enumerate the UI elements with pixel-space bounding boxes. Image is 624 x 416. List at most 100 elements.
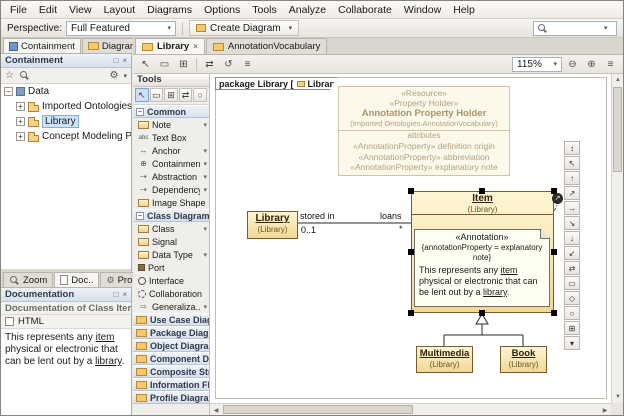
- layers-icon[interactable]: ≡: [239, 57, 256, 72]
- menu-analyze[interactable]: Analyze: [283, 2, 332, 18]
- expand-icon[interactable]: +: [16, 102, 25, 111]
- chevron-down-icon[interactable]: ▾: [203, 303, 207, 311]
- palette-section-use-case-diagram[interactable]: Use Case Diagram: [133, 313, 209, 326]
- chevron-down-icon[interactable]: ▾: [203, 251, 207, 259]
- doc-link-library[interactable]: library: [95, 356, 121, 367]
- menu-edit[interactable]: Edit: [33, 2, 63, 18]
- smart-manipulator-icon[interactable]: ↑: [564, 171, 580, 185]
- palette-item-data-type[interactable]: Data Type ▾: [133, 248, 209, 261]
- palette-section-profile-diagram[interactable]: Profile Diagram: [133, 391, 209, 404]
- tool-rect-button[interactable]: ▭: [150, 88, 164, 102]
- collapse-icon[interactable]: −: [136, 108, 144, 116]
- search-icon[interactable]: [19, 70, 30, 81]
- tool-pointer-button[interactable]: ↖: [135, 88, 149, 102]
- tree-item-concept-modeling-profile[interactable]: + Concept Modeling Profile [Con: [1, 129, 131, 144]
- smart-manipulator-icon[interactable]: ◇: [564, 291, 580, 305]
- palette-item-anchor[interactable]: ↔ Anchor ▾: [133, 144, 209, 157]
- collapse-icon[interactable]: −: [136, 212, 144, 220]
- tree-item-data[interactable]: − Data: [1, 84, 131, 99]
- doc-link-item[interactable]: item: [96, 332, 115, 343]
- swap-tool-icon[interactable]: ⇄: [201, 57, 218, 72]
- marquee-tool-icon[interactable]: ▭: [156, 57, 173, 72]
- close-panel-icon[interactable]: ×: [122, 56, 127, 65]
- selection-handle[interactable]: [408, 310, 414, 316]
- menu-window[interactable]: Window: [398, 2, 447, 18]
- horizontal-scrollbar[interactable]: ◀ ▶: [210, 403, 611, 415]
- horizontal-scroll-thumb[interactable]: [223, 405, 413, 414]
- class-library[interactable]: Library (Library): [247, 211, 298, 239]
- tree-item-library[interactable]: + Library: [1, 114, 131, 129]
- chevron-down-icon[interactable]: ▾: [203, 173, 207, 181]
- palette-item-note[interactable]: Note ▾: [133, 118, 209, 131]
- menu-collaborate[interactable]: Collaborate: [332, 2, 398, 18]
- palette-item-dependency[interactable]: ⇢ Dependency ▾: [133, 183, 209, 196]
- palette-item-generalization[interactable]: ⇨ Generaliza... ▾: [133, 300, 209, 313]
- annotation-property-holder-shape[interactable]: «Resource» «Property Holder» Annotation …: [338, 86, 510, 176]
- search-input[interactable]: [548, 23, 600, 34]
- menu-view[interactable]: View: [63, 2, 98, 18]
- tool-circle-button[interactable]: ○: [193, 88, 207, 102]
- smart-manipulator-icon[interactable]: ↗: [564, 186, 580, 200]
- association-multiplicity-label[interactable]: *: [399, 224, 403, 234]
- menu-help[interactable]: Help: [447, 2, 481, 18]
- vertical-scroll-thumb[interactable]: [613, 87, 622, 172]
- class-book[interactable]: Book (Library): [500, 346, 547, 373]
- palette-item-containment[interactable]: ⊕ Containment ▾: [133, 157, 209, 170]
- favorites-star-icon[interactable]: ☆: [5, 70, 14, 81]
- class-multimedia[interactable]: Multimedia (Library): [416, 346, 473, 373]
- association-multiplicity-label[interactable]: 0..1: [301, 225, 316, 235]
- smart-manipulator-icon[interactable]: ↓: [564, 231, 580, 245]
- float-panel-icon[interactable]: □: [113, 56, 118, 65]
- menu-layout[interactable]: Layout: [98, 2, 142, 18]
- palette-section-common[interactable]: − Common: [133, 105, 209, 118]
- association-name-label[interactable]: stored in: [300, 211, 335, 221]
- palette-section-object-diagram[interactable]: Object Diagram: [133, 339, 209, 352]
- vertical-scrollbar[interactable]: ▲ ▼: [611, 74, 623, 403]
- smart-manipulator-icon[interactable]: ○: [564, 306, 580, 320]
- tab-library-diagram[interactable]: Library ×: [135, 38, 205, 54]
- html-checkbox[interactable]: [5, 317, 14, 326]
- smart-manipulator-more-icon[interactable]: ▾: [564, 336, 580, 350]
- tab-zoom[interactable]: Zoom: [3, 272, 53, 287]
- palette-item-abstraction[interactable]: ⇢ Abstraction ▾: [133, 170, 209, 183]
- tool-grid-button[interactable]: ⊞: [164, 88, 178, 102]
- expand-icon[interactable]: +: [16, 117, 25, 126]
- palette-item-port[interactable]: Port: [133, 261, 209, 274]
- toolbar-search[interactable]: ▾: [533, 21, 617, 36]
- chevron-down-icon[interactable]: ▾: [203, 160, 207, 168]
- palette-section-class-diagram[interactable]: − Class Diagram: [133, 209, 209, 222]
- tool-swap-button[interactable]: ⇄: [179, 88, 193, 102]
- menu-options[interactable]: Options: [198, 2, 246, 18]
- expand-icon[interactable]: +: [16, 132, 25, 141]
- menu-tools[interactable]: Tools: [246, 2, 283, 18]
- tab-documentation[interactable]: Doc..: [54, 272, 99, 287]
- annotation-note[interactable]: «Annotation» {annotationProperty = expla…: [414, 229, 550, 307]
- selection-handle[interactable]: [408, 188, 414, 194]
- chevron-down-icon[interactable]: ▾: [203, 225, 207, 233]
- close-panel-icon[interactable]: ×: [122, 290, 127, 299]
- selection-handle[interactable]: [479, 188, 485, 194]
- perspective-select[interactable]: Full Featured ▾: [66, 21, 176, 36]
- create-diagram-button[interactable]: Create Diagram ▾: [189, 20, 299, 36]
- undo-icon[interactable]: ↺: [220, 57, 237, 72]
- note-link-item[interactable]: item: [501, 265, 518, 275]
- selection-handle[interactable]: [551, 310, 557, 316]
- float-panel-icon[interactable]: □: [113, 290, 118, 299]
- smart-manipulator-icon[interactable]: ↘: [564, 216, 580, 230]
- smart-manipulator-icon[interactable]: ↖: [564, 156, 580, 170]
- menu-file[interactable]: File: [4, 2, 33, 18]
- palette-section-package-diagram[interactable]: Package Diagram: [133, 326, 209, 339]
- zoom-select[interactable]: 115% ▾: [512, 57, 562, 72]
- documentation-body[interactable]: This represents any item physical or ele…: [1, 329, 131, 415]
- tree-item-imported-ontologies[interactable]: + Imported Ontologies: [1, 99, 131, 114]
- note-link-library[interactable]: library: [483, 287, 507, 297]
- palette-section-information-flows[interactable]: Information Flows: [133, 378, 209, 391]
- pointer-tool-icon[interactable]: ↖: [137, 57, 154, 72]
- zoom-out-icon[interactable]: ⊖: [564, 57, 581, 72]
- toolbar-menu-icon[interactable]: ≡: [602, 57, 619, 72]
- close-tab-icon[interactable]: ×: [193, 42, 198, 51]
- smart-manipulator-icon[interactable]: →: [564, 201, 580, 215]
- smart-manipulator-icon[interactable]: ↕: [564, 141, 580, 155]
- palette-item-image-shape[interactable]: Image Shape: [133, 196, 209, 209]
- tab-annotationvocabulary-diagram[interactable]: AnnotationVocabulary: [206, 38, 327, 54]
